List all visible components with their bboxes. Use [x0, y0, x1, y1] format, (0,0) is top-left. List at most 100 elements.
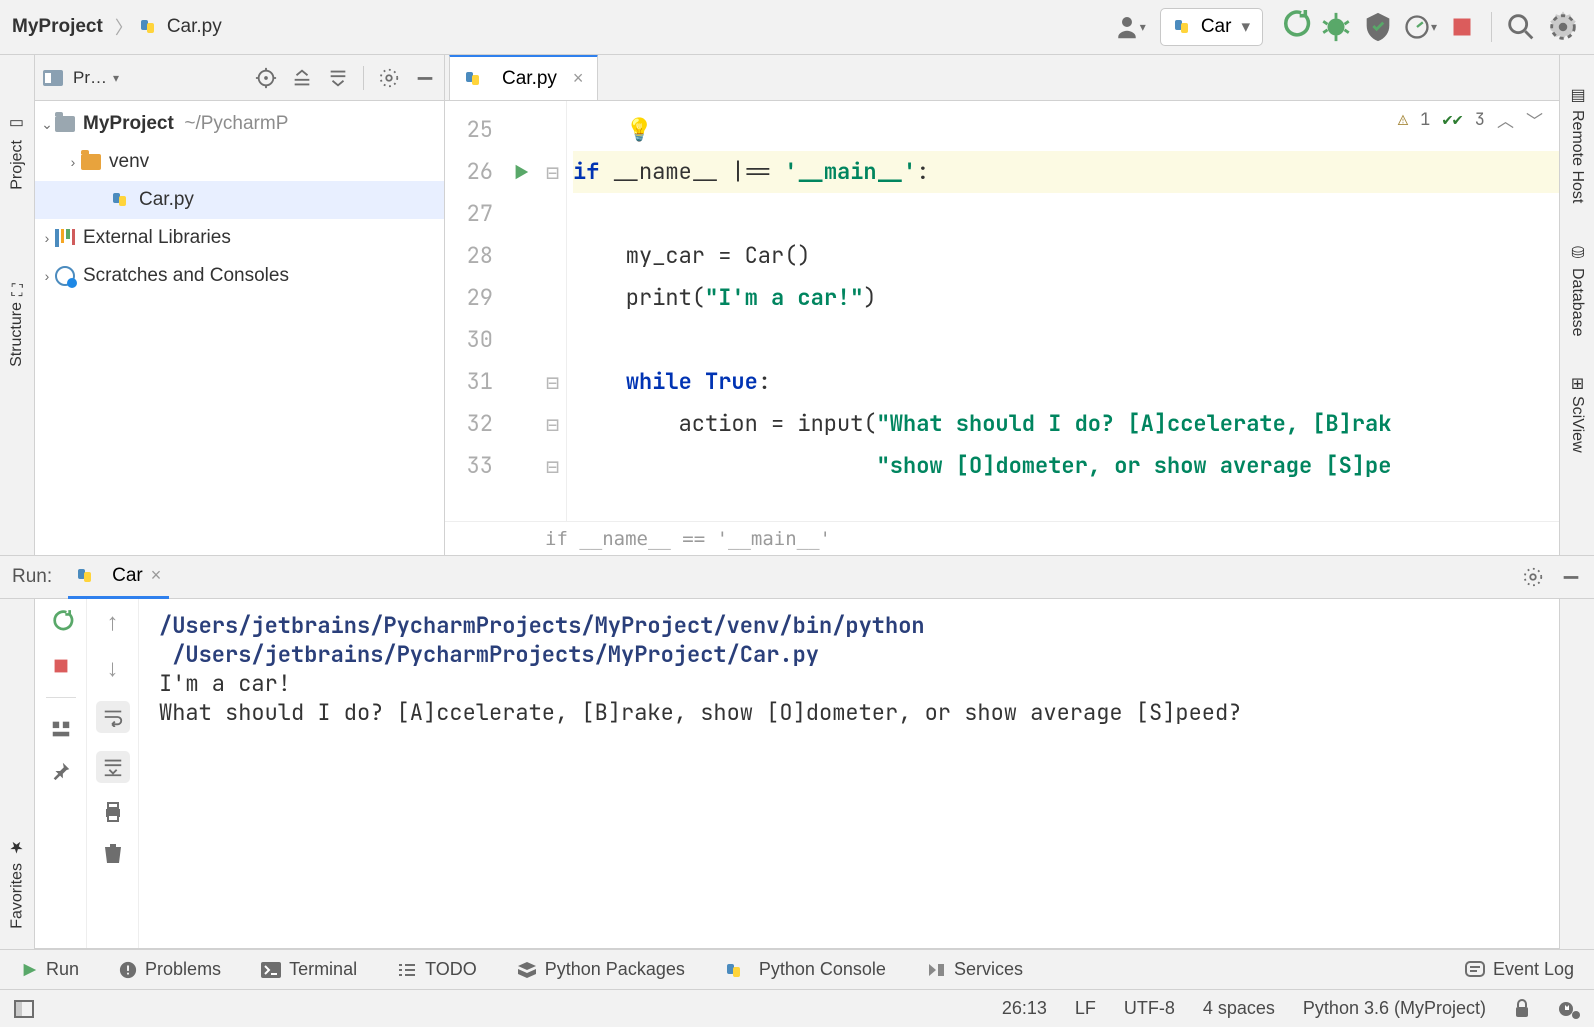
run-toolbar-secondary: ↑ ↓	[87, 599, 139, 948]
breadcrumb-separator: 〉	[115, 14, 133, 40]
database-tool-button[interactable]: ⛁ Database	[1568, 243, 1587, 337]
tree-root[interactable]: ⌄ MyProject ~/PycharmP	[35, 105, 444, 143]
readonly-toggle[interactable]	[1514, 999, 1530, 1019]
code-lines[interactable]: 💡if __name__ |== '__main__': my_car = Ca…	[567, 101, 1559, 521]
python-icon	[1173, 17, 1193, 37]
expand-all-button[interactable]	[291, 67, 313, 89]
soft-wrap-button[interactable]	[96, 701, 130, 733]
project-view-icon	[43, 70, 63, 86]
file-encoding[interactable]: UTF-8	[1124, 998, 1175, 1019]
run-tool-header: Run: Car ×	[0, 555, 1594, 599]
star-icon: ★	[8, 838, 27, 857]
stop-button[interactable]	[1445, 10, 1479, 44]
cursor-position[interactable]: 26:13	[1002, 998, 1047, 1019]
status-bar: 26:13 LF UTF-8 4 spaces Python 3.6 (MyPr…	[0, 989, 1594, 1027]
run-config-name: Car	[1201, 16, 1232, 38]
indent-settings[interactable]: 4 spaces	[1203, 998, 1275, 1019]
scratches-icon	[55, 266, 75, 286]
libraries-icon	[55, 229, 75, 247]
debug-button[interactable]	[1319, 10, 1353, 44]
breadcrumb-project[interactable]: MyProject	[12, 16, 103, 38]
coverage-button[interactable]	[1361, 10, 1395, 44]
favorites-tool-button[interactable]: Favorites ★	[8, 838, 27, 929]
bottom-tool-strip: Run Problems Terminal TODO Python Packag…	[0, 949, 1594, 989]
run-tab-car[interactable]: Car ×	[68, 555, 169, 599]
problems-tool-button[interactable]: Problems	[119, 959, 221, 980]
run-settings-button[interactable]	[1522, 566, 1544, 588]
code-area[interactable]: ⚠1 ✔✔3 ︿ ﹀ 252627282930313233 ⊟⊟⊟⊟ 💡if _…	[445, 101, 1559, 521]
quick-list-button[interactable]	[14, 1000, 34, 1018]
editor-breadcrumb[interactable]: if __name__ == '__main__'	[445, 521, 1559, 555]
down-button[interactable]: ↓	[107, 655, 119, 683]
terminal-tool-button[interactable]: Terminal	[261, 959, 357, 980]
tool-settings-button[interactable]	[378, 67, 400, 89]
hide-tool-button[interactable]	[414, 67, 436, 89]
run-tool-window: ↑ ↓ /Users/jetbrains/PycharmProjects/MyP…	[35, 599, 1559, 949]
tree-item-venv[interactable]: › venv	[35, 143, 444, 181]
todo-tool-button[interactable]: TODO	[397, 959, 477, 980]
ide-status-icon[interactable]	[1558, 999, 1580, 1019]
chevron-right-icon[interactable]: ›	[39, 268, 55, 284]
structure-tool-button[interactable]: Structure ⛶	[8, 280, 26, 367]
python-console-tool-button[interactable]: Python Console	[725, 959, 886, 980]
project-tree[interactable]: ⌄ MyProject ~/PycharmP › venv Car.py › E…	[35, 101, 444, 295]
remote-host-tool-button[interactable]: ▤ Remote Host	[1568, 85, 1587, 203]
sciview-tool-button[interactable]: ⊞ SciView	[1568, 377, 1587, 453]
line-number-gutter[interactable]: 252627282930313233	[445, 101, 503, 521]
run-configuration-selector[interactable]: Car ▾	[1160, 8, 1263, 46]
folder-icon: ▭	[8, 115, 27, 134]
tree-item-car-py[interactable]: Car.py	[35, 181, 444, 219]
navigation-bar: MyProject 〉 Car.py ▾ Car ▾ ▾	[0, 0, 1594, 55]
print-button[interactable]	[101, 801, 125, 823]
hide-run-button[interactable]	[1560, 566, 1582, 588]
chevron-right-icon[interactable]: ›	[65, 154, 81, 170]
close-run-tab-button[interactable]: ×	[151, 565, 162, 586]
run-label: Run:	[12, 566, 52, 588]
chevron-right-icon[interactable]: ›	[39, 230, 55, 246]
project-tool-button[interactable]: Project ▭	[8, 115, 27, 190]
services-tool-button[interactable]: Services	[926, 959, 1023, 980]
editor-tab-label: Car.py	[502, 68, 557, 90]
close-tab-button[interactable]: ×	[573, 68, 584, 89]
interpreter[interactable]: Python 3.6 (MyProject)	[1303, 998, 1486, 1019]
layout-button[interactable]	[50, 718, 72, 740]
tree-label: Scratches and Consoles	[83, 265, 289, 287]
user-icon[interactable]: ▾	[1112, 10, 1146, 44]
event-log-tool-button[interactable]: Event Log	[1465, 959, 1574, 980]
breadcrumb-file[interactable]: Car.py	[167, 16, 222, 38]
run-console[interactable]: /Users/jetbrains/PycharmProjects/MyProje…	[139, 599, 1559, 948]
right-rail-bottom	[1559, 599, 1594, 949]
sciview-icon: ⊞	[1568, 377, 1587, 390]
line-separator[interactable]: LF	[1075, 998, 1096, 1019]
scroll-to-end-button[interactable]	[96, 751, 130, 783]
chevron-down-icon[interactable]: ⌄	[39, 116, 55, 133]
tree-item-external-libraries[interactable]: › External Libraries	[35, 219, 444, 257]
remote-icon: ▤	[1568, 85, 1587, 104]
main-area: Project ▭ Structure ⛶ Pr…▾ ⌄ MyProject ~…	[0, 55, 1594, 555]
tree-label: External Libraries	[83, 227, 231, 249]
project-view-selector[interactable]: Pr…▾	[73, 68, 119, 88]
clear-button[interactable]	[102, 841, 124, 865]
tree-root-label: MyProject	[83, 113, 174, 135]
packages-tool-button[interactable]: Python Packages	[517, 959, 685, 980]
profile-button[interactable]: ▾	[1403, 10, 1437, 44]
rerun-button[interactable]	[48, 609, 74, 635]
fold-gutter[interactable]: ⊟⊟⊟⊟	[539, 101, 567, 521]
up-button[interactable]: ↑	[107, 609, 119, 637]
run-gutter[interactable]	[503, 101, 539, 521]
settings-button[interactable]	[1546, 10, 1580, 44]
pin-button[interactable]	[50, 760, 72, 782]
tree-root-path: ~/PycharmP	[184, 113, 288, 135]
search-everywhere-button[interactable]	[1504, 10, 1538, 44]
editor-tab-car-py[interactable]: Car.py ×	[449, 55, 598, 100]
locate-file-button[interactable]	[255, 67, 277, 89]
stop-button[interactable]	[50, 655, 72, 677]
separator	[46, 697, 76, 698]
build-button[interactable]	[1277, 10, 1311, 44]
python-file-icon	[111, 190, 131, 210]
run-tool-button[interactable]: Run	[20, 959, 79, 980]
collapse-all-button[interactable]	[327, 67, 349, 89]
tree-item-scratches[interactable]: › Scratches and Consoles	[35, 257, 444, 295]
project-tool-header: Pr…▾	[35, 55, 444, 101]
folder-icon	[55, 116, 75, 132]
